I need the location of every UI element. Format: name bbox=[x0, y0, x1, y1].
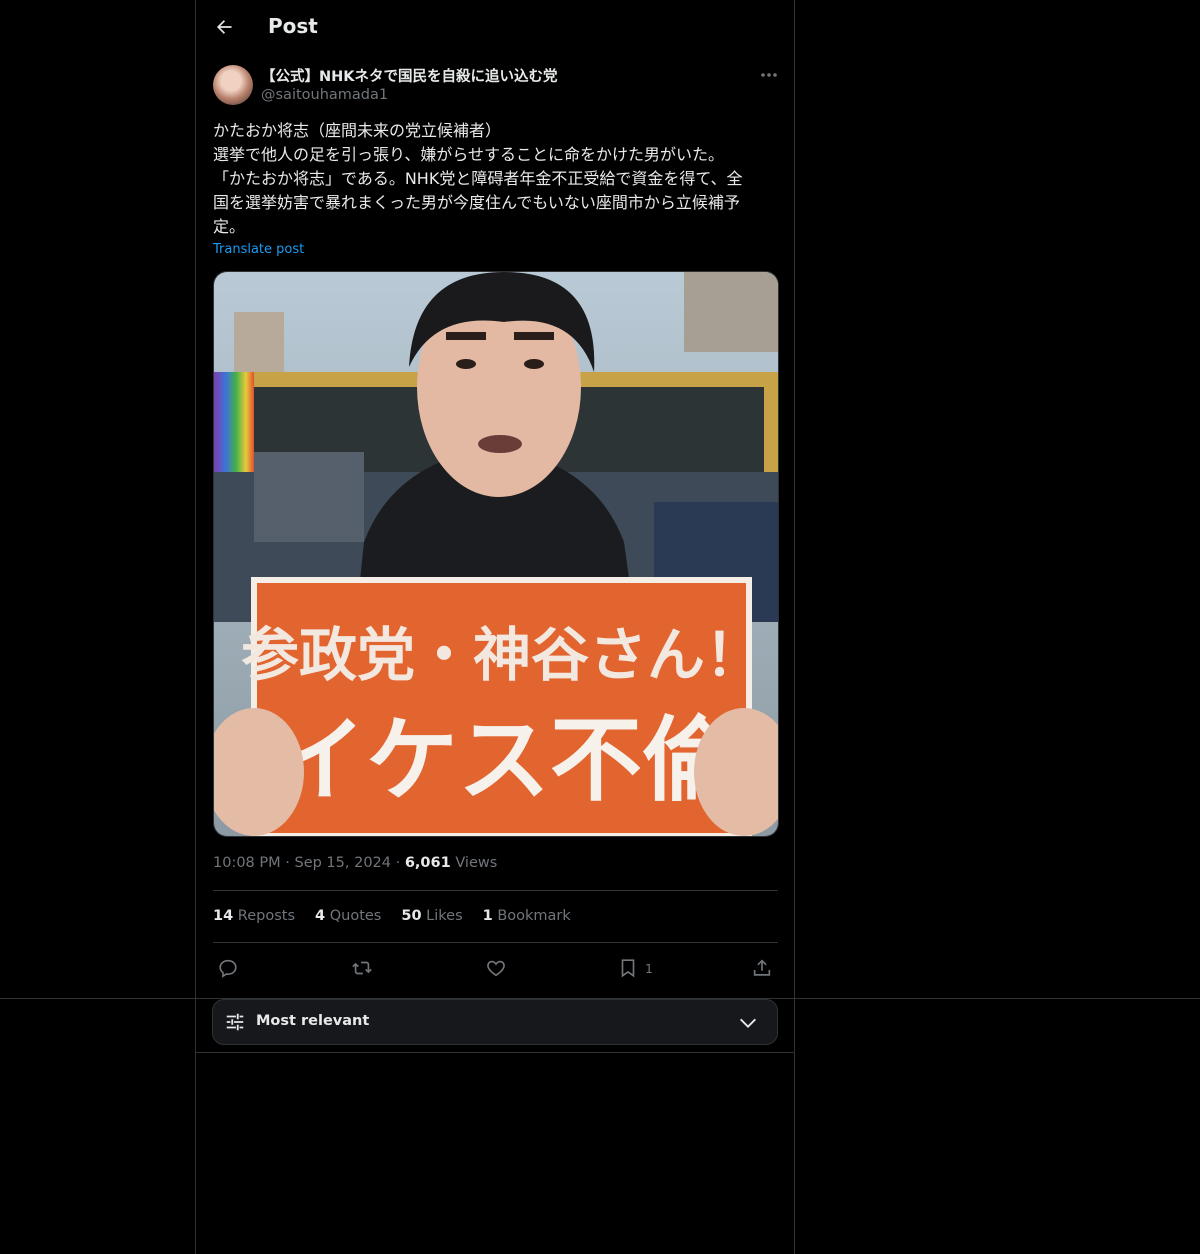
repost-icon bbox=[352, 961, 372, 975]
quotes-stat[interactable]: 4 Quotes bbox=[315, 908, 381, 924]
bookmarks-stat[interactable]: 1 Bookmark bbox=[483, 908, 571, 924]
horizontal-divider bbox=[0, 998, 1200, 999]
reply-button[interactable] bbox=[217, 955, 239, 981]
author-handle[interactable]: @saitouhamada1 bbox=[261, 87, 388, 103]
arrow-left-icon bbox=[217, 20, 232, 34]
author-name[interactable]: 【公式】NHKネタで国民を自殺に追い込む党 bbox=[261, 65, 558, 86]
main-column: Post 【公式】NHKネタで国民を自殺に追い込む党 @saitouhamada… bbox=[195, 0, 795, 1254]
divider bbox=[196, 1052, 794, 1053]
post-text: かたおか将志（座間未来の党立候補者） 選挙で他人の足を引っ張り、嫌がらせすること… bbox=[213, 119, 779, 239]
replies-sort-dropdown[interactable]: Most relevant bbox=[212, 999, 778, 1045]
more-options-button[interactable] bbox=[756, 64, 782, 86]
meta-separator: · bbox=[395, 855, 401, 871]
sort-label: Most relevant bbox=[256, 1013, 370, 1029]
chevron-down-icon bbox=[740, 1018, 756, 1028]
bookmark-icon bbox=[621, 959, 635, 978]
likes-stat[interactable]: 50 Likes bbox=[401, 908, 462, 924]
sign-line-2: イケス不倫 bbox=[274, 707, 735, 814]
repost-button[interactable] bbox=[351, 955, 373, 981]
translate-post-link[interactable]: Translate post bbox=[213, 242, 304, 257]
post-text-line: 国を選挙妨害で暴れまくった男が今度住んでもいない座間市から立候補予 bbox=[213, 193, 740, 212]
post-date[interactable]: Sep 15, 2024 bbox=[294, 855, 391, 871]
post-text-line: かたおか将志（座間未来の党立候補者） bbox=[213, 121, 502, 140]
views-label: Views bbox=[455, 855, 498, 871]
action-bar: 1 bbox=[213, 952, 778, 984]
post-stats: 14 Reposts 4 Quotes 50 Likes 1 Bookmark bbox=[213, 908, 571, 924]
sliders-icon bbox=[226, 1013, 244, 1031]
page-title: Post bbox=[268, 14, 318, 38]
post-text-line: 「かたおか将志」である。NHK党と障碍者年金不正受給で資金を得て、全 bbox=[213, 169, 743, 188]
more-icon bbox=[761, 73, 777, 77]
meta-separator: · bbox=[285, 855, 290, 871]
views-count: 6,061 bbox=[404, 855, 451, 871]
post-photo: 参政党・神谷さん！ イケス不倫 bbox=[214, 272, 778, 836]
reposts-stat[interactable]: 14 Reposts bbox=[213, 908, 295, 924]
post-text-line: 定。 bbox=[213, 217, 246, 236]
post-image[interactable]: 参政党・神谷さん！ イケス不倫 bbox=[213, 271, 779, 837]
back-button[interactable] bbox=[210, 13, 238, 41]
bookmark-count: 1 bbox=[645, 960, 653, 976]
reply-icon bbox=[219, 959, 237, 978]
divider bbox=[213, 942, 778, 943]
like-button[interactable] bbox=[485, 955, 507, 981]
sign-line-1: 参政党・神谷さん！ bbox=[241, 621, 763, 689]
heart-icon bbox=[487, 960, 505, 977]
post-text-line: 選挙で他人の足を引っ張り、嫌がらせすることに命をかけた男がいた。 bbox=[213, 145, 725, 164]
share-button[interactable] bbox=[751, 955, 773, 981]
avatar[interactable] bbox=[213, 65, 253, 105]
bookmark-button[interactable]: 1 bbox=[617, 955, 653, 981]
top-bar: Post bbox=[196, 0, 794, 54]
post-meta: 10:08 PM · Sep 15, 2024 · 6,061 Views bbox=[213, 855, 497, 871]
post-time[interactable]: 10:08 PM bbox=[213, 855, 281, 871]
share-icon bbox=[753, 959, 771, 976]
divider bbox=[213, 890, 778, 891]
